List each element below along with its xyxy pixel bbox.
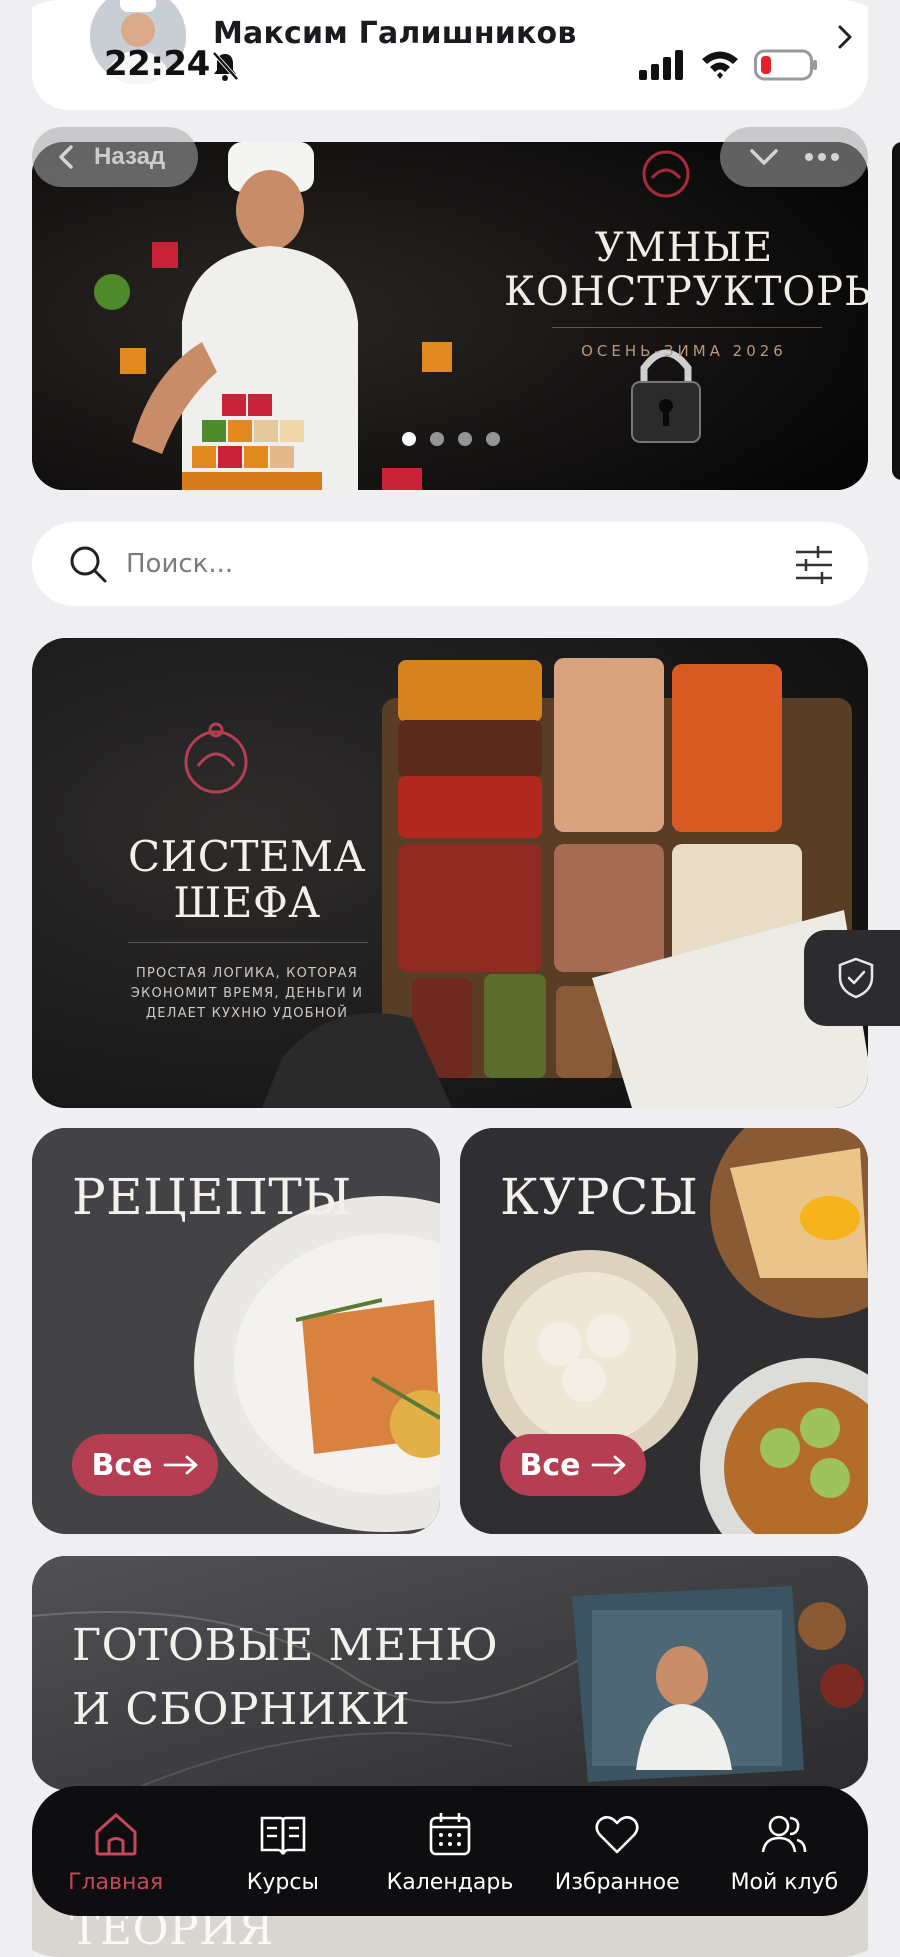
search-input[interactable] [126,538,786,590]
back-button[interactable]: Назад [32,127,198,187]
button-label: Все [91,1447,153,1483]
more-icon[interactable] [802,142,842,172]
chevron-down-icon[interactable] [746,142,782,172]
recipes-card[interactable]: РЕЦЕПТЫ Все [32,1128,440,1534]
shield-check-icon [838,957,874,999]
search-icon [70,546,107,583]
carousel-dot[interactable] [458,432,472,446]
courses-card[interactable]: КУРСЫ Все [460,1128,868,1534]
nav-item-club[interactable]: Мой клуб [701,1786,868,1916]
arrow-right-icon [163,1455,197,1475]
app-screen: Максим Галишников 22:24 УМНЫЕ КОНСТРУКТО… [0,0,900,1957]
nav-label: Главная [68,1870,164,1895]
users-icon [762,1815,807,1853]
nav-item-home[interactable]: Главная [32,1786,199,1916]
banner-title: УМНЫЕ КОНСТРУКТОРЫ [504,225,868,315]
carousel-dots[interactable] [402,432,500,446]
carousel-dot[interactable] [486,432,500,446]
search-bar[interactable] [32,522,868,606]
chef-system-description: ПРОСТАЯ ЛОГИКА, КОТОРАЯ ЭКОНОМИТ ВРЕМЯ, … [130,966,364,1021]
recipes-title: РЕЦЕПТЫ [72,1168,352,1226]
filter-icon[interactable] [794,546,834,584]
window-controls[interactable] [720,127,868,187]
chef-system-title: СИСТЕМА ШЕФА [128,832,366,927]
wifi-icon [702,51,738,79]
promo-banner[interactable]: УМНЫЕ КОНСТРУКТОРЫ ОСЕНЬ-ЗИМА 2026 [32,142,868,490]
nav-item-calendar[interactable]: Календарь [366,1786,533,1916]
menus-title: ГОТОВЫЕ МЕНЮ И СБОРНИКИ [72,1620,499,1735]
recipes-all-button[interactable]: Все [72,1434,218,1496]
bottom-navigation[interactable]: Главная Курсы Календарь Избранное Мой кл… [32,1786,868,1916]
nav-item-courses[interactable]: Курсы [199,1786,366,1916]
nav-label: Избранное [554,1870,680,1895]
divider [128,942,368,943]
carousel-dot[interactable] [430,432,444,446]
chevron-right-icon[interactable] [832,22,858,52]
arrow-right-icon [591,1455,625,1475]
shield-button[interactable] [804,930,900,1026]
book-icon [260,1816,306,1855]
banner-subtitle: ОСЕНЬ-ЗИМА 2026 [581,342,787,360]
banner-divider [552,327,822,328]
nav-label: Мой клуб [730,1870,839,1895]
next-banner-peek[interactable] [892,142,900,480]
heart-icon [595,1815,639,1854]
courses-title: КУРСЫ [500,1168,699,1226]
chef-system-card[interactable]: СИСТЕМА ШЕФА ПРОСТАЯ ЛОГИКА, КОТОРАЯ ЭКО… [32,638,868,1108]
nav-label: Курсы [246,1870,319,1895]
bell-off-icon [212,51,239,81]
battery-low-icon [754,49,817,81]
courses-all-button[interactable]: Все [500,1434,646,1496]
nav-item-favorites[interactable]: Избранное [534,1786,701,1916]
status-time: 22:24 [104,44,210,84]
back-label: Назад [94,143,166,170]
home-icon [95,1813,137,1856]
nav-label: Календарь [386,1870,514,1895]
calendar-icon [429,1813,471,1856]
signal-icon [639,50,683,80]
menus-card[interactable]: ГОТОВЫЕ МЕНЮ И СБОРНИКИ [32,1556,868,1790]
button-label: Все [519,1447,581,1483]
chevron-left-icon [59,145,73,169]
carousel-dot[interactable] [402,432,416,446]
profile-name[interactable]: Максим Галишников [213,16,577,51]
